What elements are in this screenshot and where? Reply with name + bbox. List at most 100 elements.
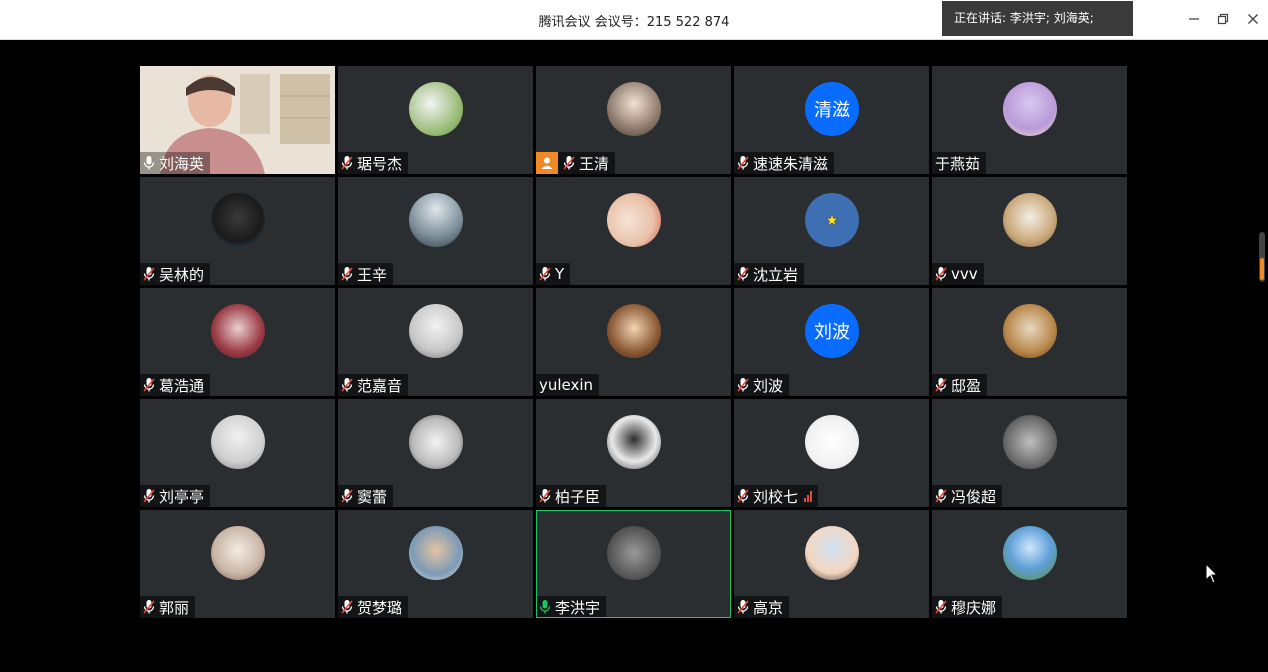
participant-namebar: 王清 [536, 152, 616, 174]
participant-name: 于燕茹 [935, 154, 981, 173]
participant-tile[interactable]: 沈立岩 [734, 177, 929, 285]
avatar [607, 415, 661, 469]
participant-name: Y [555, 265, 565, 283]
minimize-button[interactable] [1185, 10, 1203, 28]
mic-muted-icon [736, 377, 750, 393]
participant-tile[interactable]: 邸盈 [932, 288, 1127, 396]
participant-namebar: Y [536, 263, 571, 285]
mouse-cursor-icon [1205, 563, 1219, 584]
avatar [409, 82, 463, 136]
participant-grid: 刘海英 琚号杰 王清 清滋 速速朱清滋 于燕茹吴林的 王辛 Y 沈立岩 vvv 葛浩通 范嘉音 yule… [140, 66, 1128, 619]
participant-namebar: vvv [932, 263, 984, 285]
participant-name: 吴林的 [159, 265, 205, 284]
scrollbar-thumb[interactable] [1260, 258, 1264, 280]
participant-tile[interactable]: 贺梦璐 [338, 510, 533, 618]
participant-tile[interactable]: 王辛 [338, 177, 533, 285]
participant-name: 柏子臣 [555, 487, 601, 506]
participant-namebar: 郭丽 [140, 596, 196, 618]
participant-tile[interactable]: 窦蕾 [338, 399, 533, 507]
participant-name: 冯俊超 [951, 487, 997, 506]
mic-muted-icon [142, 599, 156, 615]
participant-name: 刘校七 [753, 487, 799, 506]
participant-namebar: 吴林的 [140, 263, 211, 285]
participant-namebar: 高京 [734, 596, 790, 618]
host-icon [536, 152, 558, 174]
close-button[interactable] [1244, 10, 1262, 28]
participant-namebar: 刘海英 [140, 152, 211, 174]
avatar [409, 415, 463, 469]
participant-tile[interactable]: vvv [932, 177, 1127, 285]
participant-namebar: 于燕茹 [932, 152, 987, 174]
participant-tile[interactable]: 柏子臣 [536, 399, 731, 507]
avatar [211, 304, 265, 358]
mic-muted-icon [934, 488, 948, 504]
participant-tile[interactable]: 高京 [734, 510, 929, 618]
participant-name: 邸盈 [951, 376, 982, 395]
participant-tile[interactable]: Y [536, 177, 731, 285]
participant-tile[interactable]: 葛浩通 [140, 288, 335, 396]
participant-tile[interactable]: 冯俊超 [932, 399, 1127, 507]
participant-name: 速速朱清滋 [753, 154, 829, 173]
avatar [1003, 415, 1057, 469]
participant-namebar: 葛浩通 [140, 374, 211, 396]
mic-muted-icon [340, 155, 354, 171]
participant-tile[interactable]: 清滋 速速朱清滋 [734, 66, 929, 174]
star-icon [826, 214, 838, 226]
participant-tile[interactable]: 刘海英 [140, 66, 335, 174]
participant-tile[interactable]: 刘校七 [734, 399, 929, 507]
participant-namebar: 刘校七 [734, 485, 819, 507]
participant-name: 琚号杰 [357, 154, 403, 173]
participant-namebar: 刘波 [734, 374, 790, 396]
mic-muted-icon [142, 377, 156, 393]
mic-muted-icon [562, 155, 576, 171]
restore-button[interactable] [1214, 10, 1232, 28]
mic-muted-icon [736, 155, 750, 171]
close-icon [1248, 14, 1258, 24]
participant-namebar: 速速朱清滋 [734, 152, 835, 174]
avatar [1003, 82, 1057, 136]
participant-namebar: 琚号杰 [338, 152, 409, 174]
participant-tile[interactable]: 穆庆娜 [932, 510, 1127, 618]
scrollbar[interactable] [1259, 232, 1265, 282]
avatar [805, 526, 859, 580]
mic-muted-icon [142, 488, 156, 504]
participant-name: 窦蕾 [357, 487, 388, 506]
restore-icon [1217, 13, 1229, 25]
mic-muted-icon [934, 377, 948, 393]
mic-muted-icon [934, 266, 948, 282]
participant-tile[interactable]: 吴林的 [140, 177, 335, 285]
participant-tile[interactable]: 范嘉音 [338, 288, 533, 396]
participant-name: 王辛 [357, 265, 388, 284]
participant-namebar: 沈立岩 [734, 263, 805, 285]
participant-namebar: 李洪宇 [537, 596, 607, 617]
participant-tile[interactable]: 郭丽 [140, 510, 335, 618]
participant-namebar: yulexin [536, 374, 600, 396]
mic-muted-icon [538, 266, 552, 282]
mic-muted-icon [736, 266, 750, 282]
avatar [607, 526, 661, 580]
avatar [1003, 304, 1057, 358]
participant-tile[interactable]: yulexin [536, 288, 731, 396]
participant-tile[interactable]: 琚号杰 [338, 66, 533, 174]
weak-signal-icon [804, 490, 813, 502]
title-bar: 腾讯会议 会议号：215 522 874 正在讲话: 李洪宇; 刘海英; [0, 0, 1268, 40]
mic-muted-icon [340, 266, 354, 282]
participant-name: 李洪宇 [555, 598, 601, 617]
participant-tile[interactable]: 于燕茹 [932, 66, 1127, 174]
mic-muted-icon [538, 488, 552, 504]
avatar [211, 415, 265, 469]
participant-tile[interactable]: 刘亭亭 [140, 399, 335, 507]
speaking-indicator: 正在讲话: 李洪宇; 刘海英; [942, 1, 1133, 36]
participant-name: 刘亭亭 [159, 487, 205, 506]
participant-tile[interactable]: 刘波 刘波 [734, 288, 929, 396]
participant-tile[interactable]: 王清 [536, 66, 731, 174]
avatar-initials: 刘波 [805, 304, 859, 358]
avatar [607, 304, 661, 358]
participant-tile[interactable]: 李洪宇 [536, 510, 731, 618]
participant-name: vvv [951, 265, 978, 283]
avatar [409, 526, 463, 580]
mic-muted-icon [340, 488, 354, 504]
participant-name: 葛浩通 [159, 376, 205, 395]
avatar [805, 193, 859, 247]
avatar [211, 526, 265, 580]
